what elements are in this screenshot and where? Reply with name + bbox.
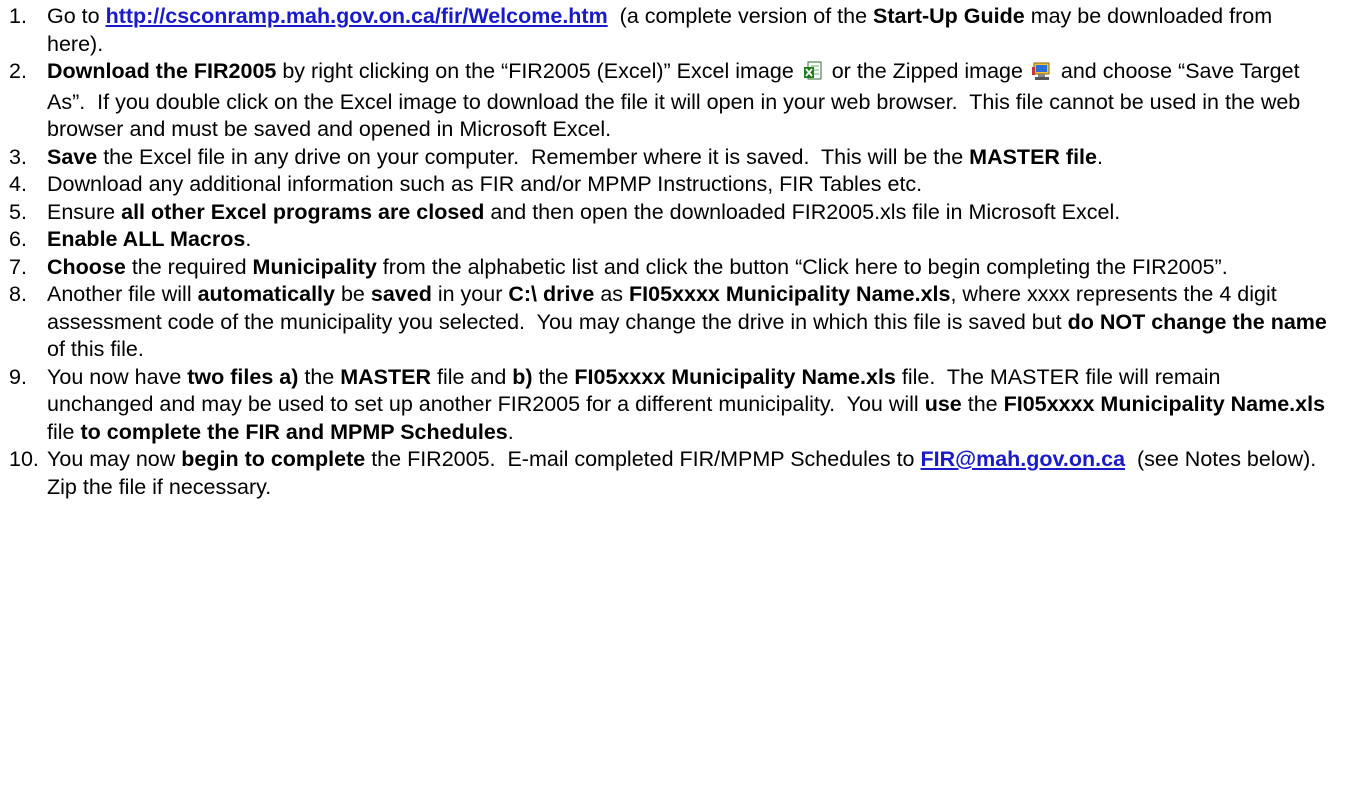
body-text: Download any additional information such… xyxy=(47,172,923,196)
item-number: 9. xyxy=(9,364,27,389)
bold-text: FI05xxxx Municipality Name.xls xyxy=(1003,392,1326,416)
body-text: the Excel file in any drive on your comp… xyxy=(97,144,970,169)
body-text: the FIR2005. E-mail completed FIR/MPMP S… xyxy=(365,447,921,471)
instruction-list: 1. Go to http://csconramp.mah.gov.on.ca/f… xyxy=(0,3,1347,501)
list-item: 6. Enable ALL Macros. xyxy=(0,226,1347,254)
bold-text: all other Excel programs are closed xyxy=(121,199,485,224)
body-text: the xyxy=(961,392,1004,416)
item-number: 2. xyxy=(9,59,27,83)
bold-text: FI05xxxx Municipality Name.xls xyxy=(629,282,951,306)
zipped-file-icon xyxy=(1031,61,1052,89)
item-number: 7. xyxy=(9,254,27,279)
list-item: 5. Ensure all other Excel programs are cl… xyxy=(0,199,1347,227)
body-text: You now have xyxy=(47,364,188,389)
bold-text: automatically xyxy=(197,282,335,306)
list-item: 4. Download any additional information su… xyxy=(0,171,1347,199)
list-item: 2. Download the FIR2005 by right clicking… xyxy=(0,58,1347,144)
excel-file-icon xyxy=(803,61,823,89)
bold-text: use xyxy=(924,392,962,416)
body-text: . xyxy=(507,419,514,444)
body-text: or the Zipped image xyxy=(825,59,1029,83)
body-text: by right clicking on the “FIR2005 (Excel… xyxy=(276,59,800,83)
list-item: 3. Save the Excel file in any drive on yo… xyxy=(0,144,1347,172)
item-number: 10. xyxy=(9,447,39,471)
item-number: 4. xyxy=(9,172,27,196)
welcome-page-link[interactable]: http://csconramp.mah.gov.on.ca/fir/Welco… xyxy=(106,4,608,28)
body-text: . xyxy=(245,227,252,251)
bold-text: Start-Up Guide xyxy=(873,4,1025,28)
bold-text: Municipality xyxy=(252,254,377,279)
body-text: the xyxy=(532,364,575,389)
body-text: . xyxy=(1096,144,1103,169)
bold-text: Enable ALL Macros xyxy=(47,227,246,251)
bold-text: b) xyxy=(512,364,533,389)
bold-text: MASTER xyxy=(340,364,431,389)
bold-text: do NOT change the name xyxy=(1067,309,1327,334)
body-text: Go to xyxy=(47,4,106,28)
bold-text: FI05xxxx Municipality Name.xls xyxy=(574,364,896,389)
body-text: You may now xyxy=(47,447,182,471)
item-number: 1. xyxy=(9,4,27,28)
body-text: Ensure xyxy=(47,199,122,224)
bold-text: MASTER file xyxy=(969,144,1097,169)
bold-text: C:\ drive xyxy=(508,282,595,306)
body-text: Another file will xyxy=(47,282,198,306)
body-text: the xyxy=(298,364,341,389)
document-page: 1. Go to http://csconramp.mah.gov.on.ca/f… xyxy=(0,0,1347,501)
list-item: 9. You now have two files a) the MASTER f… xyxy=(0,364,1347,447)
body-text: as xyxy=(594,282,630,306)
item-number: 5. xyxy=(9,199,27,224)
bold-text: Choose xyxy=(47,254,126,279)
list-item: 1. Go to http://csconramp.mah.gov.on.ca/f… xyxy=(0,3,1347,58)
item-number: 3. xyxy=(9,144,27,169)
bold-text: saved xyxy=(370,282,432,306)
bold-text: Save xyxy=(47,144,98,169)
body-text: from the alphabetic list and click the b… xyxy=(376,254,1228,279)
item-number: 8. xyxy=(9,282,27,306)
body-text: the required xyxy=(125,254,253,279)
list-item: 8. Another file will automatically be sav… xyxy=(0,281,1347,364)
body-text: in your xyxy=(431,282,509,306)
email-link[interactable]: FIR@mah.gov.on.ca xyxy=(921,447,1126,471)
list-item: 7. Choose the required Municipality from … xyxy=(0,254,1347,282)
bold-text: begin to complete xyxy=(181,447,366,471)
bold-text: Download the FIR2005 xyxy=(47,59,277,83)
item-number: 6. xyxy=(9,227,27,251)
body-text: (a complete version of the xyxy=(607,4,874,28)
body-text: and then open the downloaded FIR2005.xls… xyxy=(484,199,1121,224)
list-item: 10. You may now begin to complete the FIR… xyxy=(0,446,1347,501)
body-text: be xyxy=(335,282,371,306)
bold-text: two files a) xyxy=(187,364,299,389)
body-text: file and xyxy=(431,364,513,389)
bold-text: to complete the FIR and MPMP Schedules xyxy=(80,419,508,444)
